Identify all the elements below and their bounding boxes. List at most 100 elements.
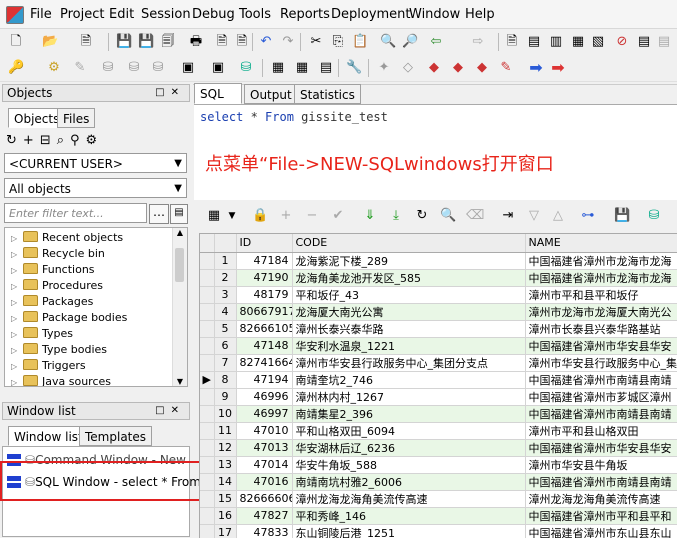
cell-code[interactable]: 漳州长泰兴泰华路 xyxy=(292,320,526,338)
cell-code[interactable]: 东山铜陵后港_1251 xyxy=(292,524,526,538)
grid-icon[interactable]: ▦ xyxy=(206,208,222,224)
row-number[interactable]: 17 xyxy=(214,524,237,538)
lock-icon[interactable]: 🔒 xyxy=(252,208,268,224)
filter-options-icon[interactable]: ▤ xyxy=(170,204,188,224)
cell-name[interactable]: 漳州市平和县平和坂仔 xyxy=(525,286,677,304)
cell-id[interactable]: 47194 xyxy=(236,371,293,389)
row-number[interactable]: 8 xyxy=(214,371,237,389)
filter-input[interactable]: Enter filter text... xyxy=(4,203,147,223)
cell-name[interactable]: 漳州市长泰县兴泰华路基站 xyxy=(525,320,677,338)
cell-name[interactable]: 中国福建省漳州市东山县东山 xyxy=(525,524,677,538)
cell-code[interactable]: 漳州龙海龙海角美流传高速 xyxy=(292,490,526,508)
database3-icon[interactable]: ⛁ xyxy=(150,60,166,76)
clear-icon[interactable]: ⊘ xyxy=(614,34,630,50)
template-icon[interactable]: 🗎 xyxy=(504,34,520,50)
sql-icon[interactable]: ▣ xyxy=(180,60,196,76)
row-number[interactable]: 9 xyxy=(214,388,237,406)
database-icon[interactable]: ⛁ xyxy=(100,60,116,76)
menu-edit[interactable]: Edit xyxy=(109,7,134,22)
export-icon[interactable]: ⇥ xyxy=(500,208,516,224)
table-row[interactable]: 2 47190 龙海角美龙池开发区_585 中国福建省漳州市龙海市龙海 xyxy=(200,269,677,287)
tree-item-package-bodies[interactable]: ▷ Package bodies xyxy=(11,310,127,326)
query-find-icon[interactable]: 🔍 xyxy=(440,208,456,224)
sort-up-icon[interactable]: △ xyxy=(550,208,566,224)
table-row[interactable]: 1 47184 龙海紫泥下楼_289 中国福建省漳州市龙海市龙海 xyxy=(200,252,677,270)
table-row[interactable]: 16 47827 平和秀峰_146 中国福建省漳州市平和县平和 xyxy=(200,507,677,525)
cell-name[interactable]: 漳州市龙海市龙海厦大南光公 xyxy=(525,303,677,321)
new-icon[interactable]: 🗋 xyxy=(8,34,24,50)
database2-icon[interactable]: ⛁ xyxy=(126,60,142,76)
cell-code[interactable]: 南靖集星2_396 xyxy=(292,405,526,423)
tree-item-packages[interactable]: ▷ Packages xyxy=(11,294,93,310)
plugin3-icon[interactable]: ◆ xyxy=(426,60,442,76)
cell-code[interactable]: 华安牛角坂_588 xyxy=(292,456,526,474)
row-indicator[interactable] xyxy=(200,320,215,338)
menu-window[interactable]: Window xyxy=(409,7,460,22)
tree-item-procedures[interactable]: ▷ Procedures xyxy=(11,278,103,294)
sql-statement[interactable]: select * From gissite_test xyxy=(200,110,388,124)
find-icon[interactable]: 🔍 xyxy=(380,34,396,50)
current-row-indicator-icon[interactable]: ▶ xyxy=(200,371,215,389)
cell-code[interactable]: 华安利水温泉_1221 xyxy=(292,337,526,355)
menu-project[interactable]: Project xyxy=(60,7,104,22)
refresh-query-icon[interactable]: ↻ xyxy=(414,208,430,224)
user-combo[interactable]: <CURRENT USER> ▼ xyxy=(4,153,187,173)
cell-name[interactable]: 漳州市华安县牛角坂 xyxy=(525,456,677,474)
row-number[interactable]: 12 xyxy=(214,439,237,457)
row-number[interactable]: 7 xyxy=(214,354,237,372)
table-row[interactable]: 14 47016 南靖南坑村雅2_6006 中国福建省漳州市南靖县南靖 xyxy=(200,473,677,491)
row-indicator[interactable] xyxy=(200,422,215,440)
row-indicator[interactable] xyxy=(200,507,215,525)
cell-name[interactable]: 中国福建省漳州市芗城区漳州 xyxy=(525,388,677,406)
row-number[interactable]: 6 xyxy=(214,337,237,355)
table-row[interactable]: 4 80667917 龙海厦大南光公寓 漳州市龙海市龙海厦大南光公 xyxy=(200,303,677,321)
sort-down-icon[interactable]: ▽ xyxy=(526,208,542,224)
row-number[interactable]: 2 xyxy=(214,269,237,287)
row-indicator[interactable] xyxy=(200,473,215,491)
undo-icon[interactable]: ↶ xyxy=(258,34,274,50)
row-indicator[interactable] xyxy=(200,303,215,321)
table-row[interactable]: 17 47833 东山铜陵后港_1251 中国福建省漳州市东山县东山 xyxy=(200,524,677,538)
row-number[interactable]: 14 xyxy=(214,473,237,491)
grid-dropdown-icon[interactable]: ▼ xyxy=(224,208,240,224)
document-icon[interactable]: 🗎 xyxy=(214,34,230,50)
menu-session[interactable]: Session xyxy=(141,7,191,22)
filter-icon[interactable]: ⚲ xyxy=(70,133,86,148)
properties-icon[interactable]: ⚙ xyxy=(86,133,104,148)
plugin6-icon[interactable]: ✎ xyxy=(498,60,514,76)
find-next-icon[interactable]: 🔎 xyxy=(402,34,418,50)
cell-id[interactable]: 47184 xyxy=(236,252,293,270)
cell-name[interactable]: 中国福建省漳州市龙海市龙海 xyxy=(525,269,677,287)
row-number[interactable]: 10 xyxy=(214,405,237,423)
cell-id[interactable]: 82741664 xyxy=(236,354,293,372)
compile-icon[interactable]: ⛁ xyxy=(238,60,254,76)
cell-code[interactable]: 漳州市华安县行政服务中心_集团分支点 xyxy=(292,354,526,372)
cell-name[interactable]: 中国福建省漳州市南靖县南靖 xyxy=(525,473,677,491)
plugin5-icon[interactable]: ◆ xyxy=(474,60,490,76)
cell-name[interactable]: 中国福建省漳州市华安县华安 xyxy=(525,439,677,457)
menu-help[interactable]: Help xyxy=(465,7,495,22)
fetch-next-icon[interactable]: ⇓ xyxy=(362,208,378,224)
disabled-tool-icon[interactable]: ✎ xyxy=(72,60,88,76)
delete-icon[interactable]: ⊟ xyxy=(40,133,57,148)
insert-record-icon[interactable]: + xyxy=(278,208,294,224)
cell-name[interactable]: 中国福建省漳州市华安县华安 xyxy=(525,337,677,355)
table-row[interactable]: 11 47010 平和山格双田_6094 漳州市平和县山格双田 xyxy=(200,422,677,440)
save-as-icon[interactable]: 💾 xyxy=(138,34,154,50)
refresh-icon[interactable]: ↻ xyxy=(6,133,23,148)
print-icon[interactable]: 🖶 xyxy=(188,34,204,50)
cell-code[interactable]: 龙海紫泥下楼_289 xyxy=(292,252,526,270)
cell-id[interactable]: 47010 xyxy=(236,422,293,440)
cell-code[interactable]: 南靖南坑村雅2_6006 xyxy=(292,473,526,491)
explain-icon[interactable]: ▣ xyxy=(210,60,226,76)
redo-icon[interactable]: ↷ xyxy=(280,34,296,50)
table-row[interactable]: 15 82666606 漳州龙海龙海角美流传高速 漳州龙海龙海角美流传高速 xyxy=(200,490,677,508)
row-number[interactable]: 3 xyxy=(214,286,237,304)
tree-item-recent-objects[interactable]: ▷ Recent objects xyxy=(11,230,123,246)
cell-id[interactable]: 47013 xyxy=(236,439,293,457)
cell-code[interactable]: 漳州林内村_1267 xyxy=(292,388,526,406)
cell-id[interactable]: 82666606 xyxy=(236,490,293,508)
tree-item-type-bodies[interactable]: ▷ Type bodies xyxy=(11,342,107,358)
query-icon[interactable]: ▤ xyxy=(318,60,334,76)
table-row[interactable]: 5 82666105 漳州长泰兴泰华路 漳州市长泰县兴泰华路基站 xyxy=(200,320,677,338)
